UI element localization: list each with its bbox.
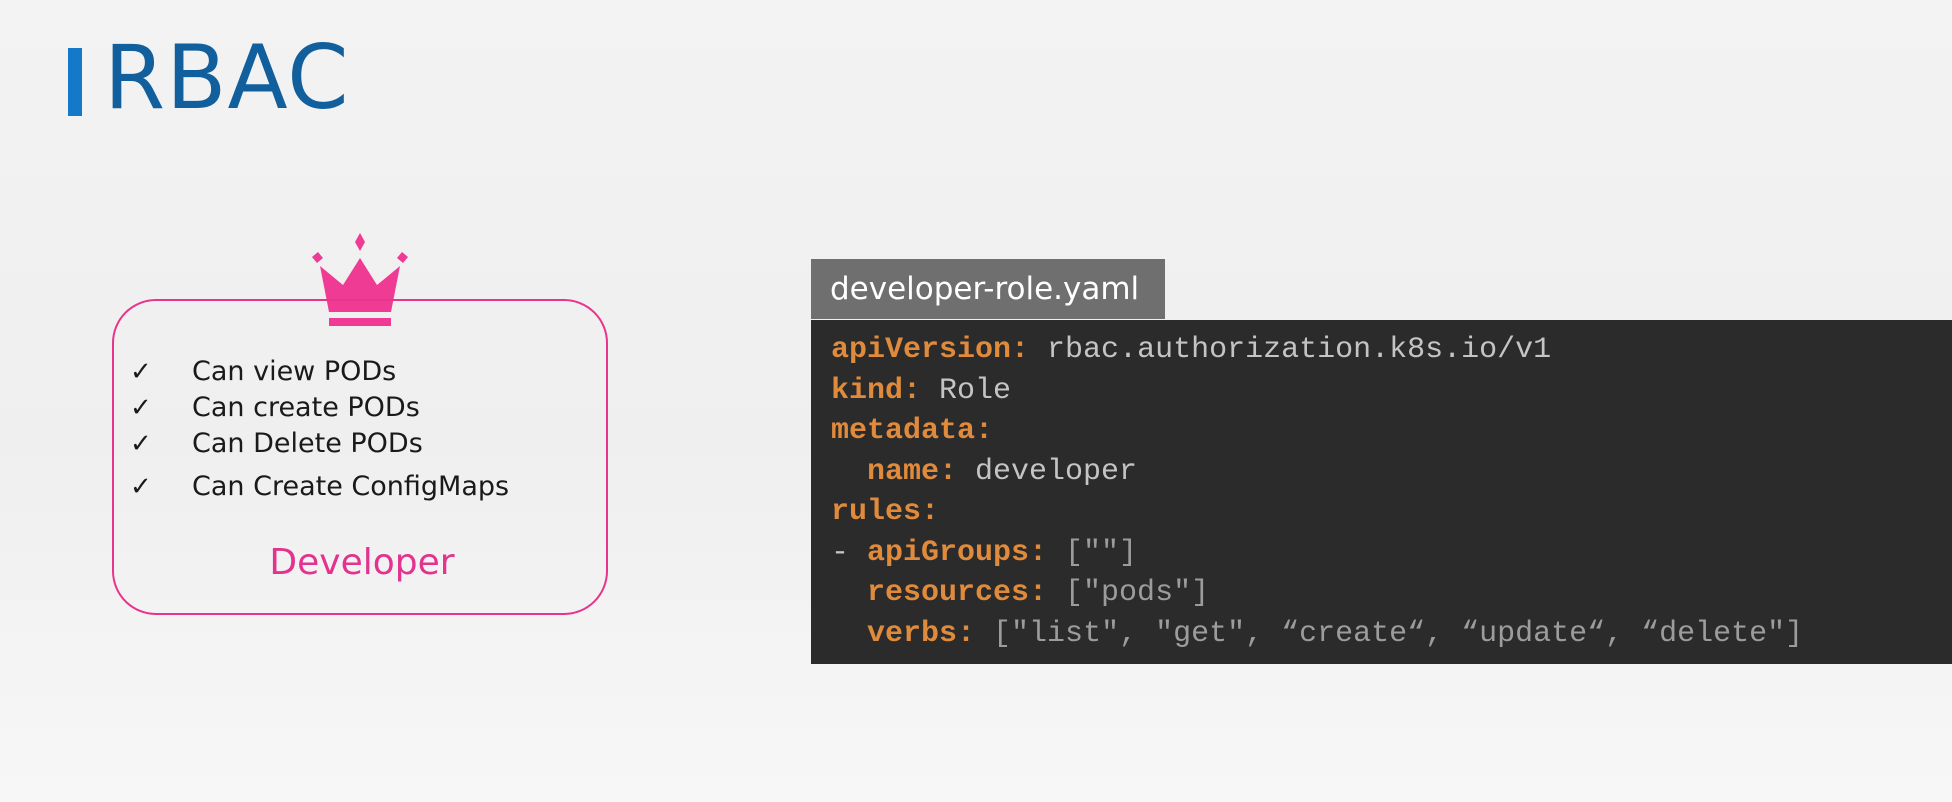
permission-label: Can view PODs bbox=[192, 356, 397, 387]
code-line-metadata: metadata: bbox=[831, 414, 994, 448]
title-accent-bar bbox=[68, 48, 82, 116]
code-line-api-version: apiVersion: rbac.authorization.k8s.io/v1 bbox=[831, 333, 1552, 367]
page-title: RBAC bbox=[104, 26, 350, 129]
checkmark-icon: ✓ bbox=[130, 429, 152, 459]
code-line-name: name: developer bbox=[867, 454, 1138, 489]
checkmark-icon: ✓ bbox=[130, 393, 152, 423]
code-line-verbs: verbs: ["list", "get", “create“, “update… bbox=[867, 616, 1804, 651]
code-line-rules: rules: bbox=[831, 495, 940, 529]
developer-role-card: ✓ Can view PODs ✓ Can create PODs ✓ Can Del… bbox=[112, 299, 608, 615]
permission-label: Can Create ConfigMaps bbox=[192, 471, 510, 502]
role-name-label: Developer bbox=[269, 542, 455, 583]
yaml-code-block: apiVersion: rbac.authorization.k8s.io/v1… bbox=[811, 320, 1952, 664]
checkmark-icon: ✓ bbox=[130, 472, 152, 502]
code-line-kind: kind: Role bbox=[831, 373, 1012, 408]
checkmark-icon: ✓ bbox=[130, 357, 152, 387]
permission-label: Can create PODs bbox=[192, 392, 420, 423]
permission-item: ✓ Can view PODs bbox=[130, 354, 396, 390]
permission-item: ✓ Can create PODs bbox=[130, 390, 420, 426]
permission-item: ✓ Can Delete PODs bbox=[130, 426, 423, 462]
yaml-file-tab[interactable]: developer-role.yaml bbox=[811, 259, 1165, 319]
permission-item: ✓ Can Create ConfigMaps bbox=[130, 469, 509, 505]
permission-label: Can Delete PODs bbox=[192, 428, 423, 459]
code-line-api-groups: - apiGroups: [""] bbox=[831, 535, 1138, 570]
code-line-resources: resources: ["pods"] bbox=[867, 576, 1210, 610]
